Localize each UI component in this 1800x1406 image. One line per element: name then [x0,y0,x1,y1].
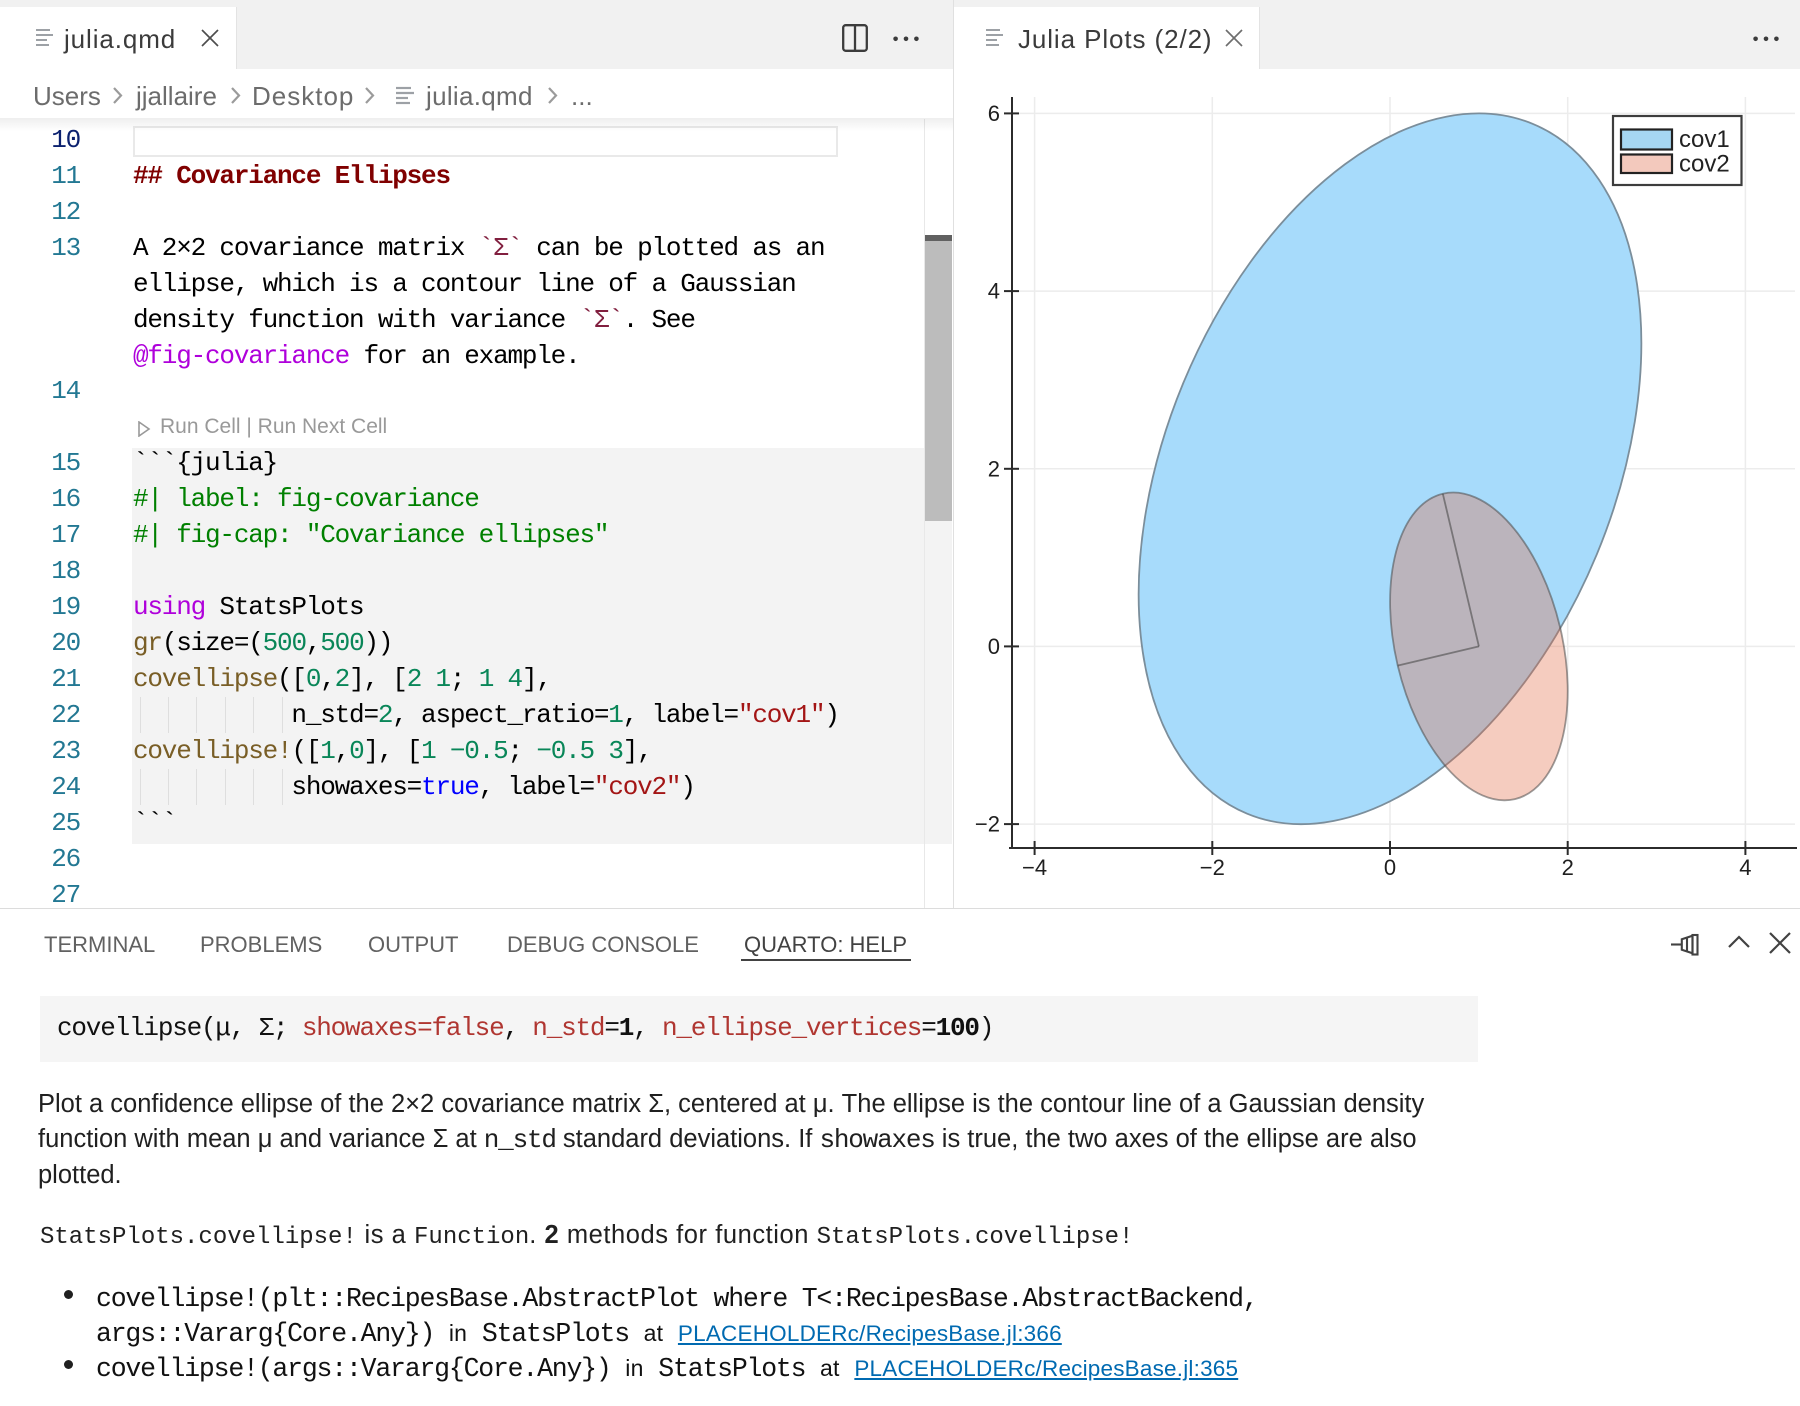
svg-text:2: 2 [988,456,1000,481]
svg-text:−2: −2 [975,812,1000,837]
svg-text:−4: −4 [1022,855,1047,880]
svg-text:4: 4 [1739,855,1751,880]
svg-text:4: 4 [988,279,1000,304]
svg-text:cov1: cov1 [1679,126,1730,153]
svg-text:6: 6 [988,101,1000,126]
svg-text:−2: −2 [1200,855,1225,880]
svg-text:cov2: cov2 [1679,151,1730,178]
svg-text:0: 0 [1384,855,1396,880]
svg-text:2: 2 [1562,855,1574,880]
svg-text:0: 0 [988,634,1000,659]
